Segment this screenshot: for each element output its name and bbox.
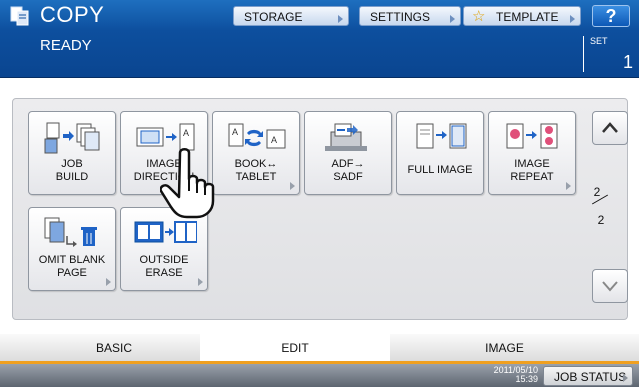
svg-text:A: A	[232, 127, 238, 137]
app-title: COPY	[40, 2, 105, 27]
submenu-arrow-icon	[450, 15, 455, 23]
tab-image-label: IMAGE	[485, 341, 524, 355]
adf-sadf-icon	[325, 123, 367, 151]
header-bar: COPY STORAGE SETTINGS ☆ TEMPLATE ? READY…	[0, 0, 639, 78]
tab-image[interactable]: IMAGE	[370, 334, 639, 361]
storage-button[interactable]: STORAGE	[233, 6, 349, 26]
template-button-label: TEMPLATE	[496, 10, 559, 24]
svg-text:A: A	[271, 135, 277, 145]
hand-pointer-icon	[160, 148, 215, 219]
page-total: 2	[597, 213, 605, 227]
job-status-label: JOB STATUS	[554, 370, 627, 384]
page-indicator: 2 2	[585, 185, 615, 235]
storage-button-label: STORAGE	[244, 10, 303, 24]
set-divider	[583, 36, 584, 72]
function-label: JOB BUILD	[55, 158, 89, 183]
settings-button-label: SETTINGS	[370, 10, 431, 24]
tab-edit[interactable]: EDIT	[200, 334, 390, 361]
copy-app-icon	[10, 6, 29, 26]
submenu-arrow-icon	[623, 374, 628, 382]
full-image-icon	[416, 123, 467, 149]
help-button[interactable]: ?	[592, 5, 630, 27]
tab-bar: BASIC IMAGE EDIT	[0, 334, 639, 364]
star-icon: ☆	[472, 8, 486, 25]
chevron-down-icon	[602, 281, 618, 292]
set-label: SET	[590, 36, 608, 46]
full-image-button[interactable]: FULL IMAGE	[396, 111, 484, 195]
function-label: OUTSIDE ERASE	[139, 254, 189, 279]
adf-sadf-button[interactable]: ADF→ SADF	[304, 111, 392, 195]
outside-erase-button[interactable]: OUTSIDE ERASE	[120, 207, 208, 291]
omit-blank-page-button[interactable]: OMIT BLANK PAGE	[28, 207, 116, 291]
job-status-button[interactable]: JOB STATUS	[543, 366, 633, 386]
status-text: READY	[40, 37, 92, 54]
function-panel: JOB BUILD A IMAGE DIRECTION A A BOOK↔ TA…	[12, 98, 628, 320]
job-build-icon	[44, 122, 100, 154]
submenu-arrow-icon	[570, 15, 575, 23]
main-panel: JOB BUILD A IMAGE DIRECTION A A BOOK↔ TA…	[0, 80, 639, 330]
submenu-arrow-icon	[566, 182, 571, 190]
function-label: OMIT BLANK PAGE	[38, 254, 106, 279]
settings-button[interactable]: SETTINGS	[359, 6, 461, 26]
function-label: IMAGE REPEAT	[510, 158, 554, 183]
outside-erase-icon	[134, 221, 197, 243]
omit-blank-page-icon	[44, 217, 97, 247]
scroll-up-button[interactable]	[592, 111, 628, 145]
submenu-arrow-icon	[198, 278, 203, 286]
submenu-arrow-icon	[338, 15, 343, 23]
date-time: 2011/05/10 15:39	[478, 366, 538, 384]
bottom-status-bar: 2011/05/10 15:39 JOB STATUS	[0, 364, 639, 387]
template-button[interactable]: ☆ TEMPLATE	[463, 6, 581, 26]
job-build-button[interactable]: JOB BUILD	[28, 111, 116, 195]
time-text: 15:39	[515, 374, 538, 384]
tab-edit-label: EDIT	[281, 341, 309, 355]
function-label: ADF→ SADF	[331, 158, 365, 183]
image-repeat-button[interactable]: IMAGE REPEAT	[488, 111, 576, 195]
submenu-arrow-icon	[290, 182, 295, 190]
svg-text:A: A	[183, 128, 189, 138]
tab-basic-label: BASIC	[95, 341, 132, 355]
submenu-arrow-icon	[106, 278, 111, 286]
book-tablet-button[interactable]: A A BOOK↔ TABLET	[212, 111, 300, 195]
tab-basic[interactable]: BASIC	[0, 334, 228, 361]
function-label: FULL IMAGE	[407, 164, 473, 176]
chevron-up-icon	[602, 122, 618, 133]
scroll-down-button[interactable]	[592, 269, 628, 303]
book-tablet-icon: A A	[228, 123, 286, 149]
set-count: 1	[622, 52, 633, 72]
function-label: BOOK↔ TABLET	[234, 158, 278, 183]
image-repeat-icon	[506, 123, 558, 149]
